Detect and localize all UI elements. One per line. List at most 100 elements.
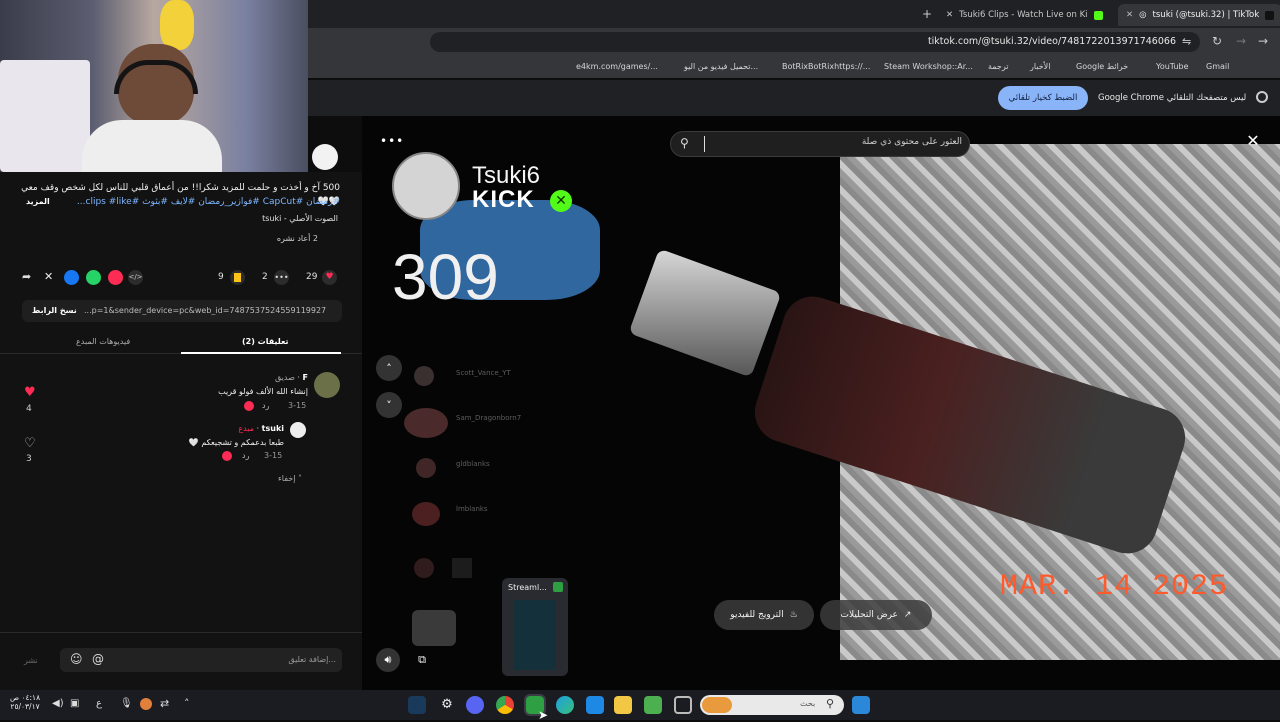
bookmark-e4km[interactable]: e4km.com/games/...: [576, 62, 658, 71]
forward-icon[interactable]: →: [1236, 34, 1246, 48]
bookmark-news[interactable]: الأخبار: [1030, 62, 1050, 71]
sync-icon[interactable]: ⇄: [160, 697, 169, 710]
avatar[interactable]: [314, 372, 340, 398]
back-icon[interactable]: →: [1258, 34, 1268, 48]
post-comment-button[interactable]: نشر: [24, 656, 38, 665]
promote-video-button[interactable]: الترويج للفيديو ♨: [714, 600, 814, 630]
streamlabs-icon: [553, 582, 563, 592]
comment-like-icon[interactable]: ♡: [24, 436, 36, 451]
author-avatar[interactable]: [312, 144, 338, 170]
share-arrow-icon[interactable]: ➦: [22, 270, 36, 284]
copy-link-button[interactable]: نسخ الرابط: [32, 306, 77, 315]
reply-link[interactable]: رد: [242, 451, 249, 460]
volume-icon[interactable]: 🔊︎: [376, 648, 400, 672]
chat-avatar: [414, 366, 434, 386]
file-explorer-icon[interactable]: [614, 696, 632, 714]
taskbar-clock[interactable]: ٠٤:١٨ ص ٢٥/٠٣/١٧: [10, 693, 40, 711]
chat-avatar: [412, 502, 440, 526]
kick-logo-icon: ✕: [550, 190, 572, 212]
close-tab-icon[interactable]: ✕: [1126, 10, 1133, 20]
reply-link[interactable]: رد: [262, 401, 269, 410]
speaker-icon[interactable]: ◀): [52, 698, 64, 709]
taskbar-search-placeholder: بحث: [800, 699, 816, 708]
speaker-tab-icon: ◎: [1139, 10, 1147, 20]
creator-liked-badge: [222, 451, 232, 461]
steam-icon[interactable]: [408, 696, 426, 714]
mention-icon[interactable]: @: [92, 652, 104, 666]
chrome-taskbar-icon[interactable]: [496, 696, 514, 714]
close-video-icon[interactable]: ✕: [1244, 132, 1262, 150]
set-default-button[interactable]: الضبط كخيار تلقائي: [998, 86, 1088, 110]
facebook-share-icon[interactable]: [64, 270, 79, 285]
chat-emote: [452, 558, 472, 578]
reload-icon[interactable]: ↻: [1212, 34, 1222, 48]
kick-favicon-icon: [1093, 10, 1103, 20]
saves-count: 9: [218, 272, 224, 282]
tab-comments[interactable]: تعليقات (2): [242, 337, 289, 346]
bookmark-translate[interactable]: ترجمة: [988, 62, 1009, 71]
bookmark-youtube[interactable]: YouTube: [1156, 62, 1189, 71]
previous-video-icon[interactable]: ˄: [376, 355, 402, 381]
discord-icon[interactable]: [466, 696, 484, 714]
emoji-icon[interactable]: ☺: [70, 652, 83, 666]
bookmark-gmail[interactable]: Gmail: [1206, 62, 1229, 71]
analytics-icon: ↗: [903, 610, 912, 620]
x-share-icon[interactable]: ✕: [44, 270, 53, 283]
taskbar: [0, 690, 1280, 720]
input-divider: [0, 632, 362, 633]
settings-gear-icon[interactable]: ⚙: [438, 696, 456, 714]
tab-tiktok[interactable]: ✕ ◎ tsuki (@tsuki.32) | TikTok: [1118, 4, 1280, 26]
close-tab-icon[interactable]: ✕: [946, 10, 953, 20]
comment-author[interactable]: F · صديق: [200, 373, 308, 382]
more-options-icon[interactable]: •••: [380, 134, 404, 148]
tab-creator-videos[interactable]: فيديوهات المبدع: [76, 337, 130, 346]
language-indicator[interactable]: ع: [96, 698, 102, 709]
site-settings-icon[interactable]: ⇋: [1182, 35, 1191, 48]
caption-more-link[interactable]: المزيد: [26, 197, 50, 206]
infobar-message: Google Chrome ليس متصفحك التلقائي: [1098, 93, 1247, 103]
microphone-icon[interactable]: 🎙︎: [120, 698, 133, 709]
tab-kick-clips[interactable]: ✕ Tsuki6 Clips - Watch Live on Ki: [946, 4, 1103, 26]
comment-like-icon[interactable]: ♥: [24, 385, 36, 400]
reposts-label: 2 أعاد نشره: [276, 234, 318, 243]
search-icon[interactable]: ⚲: [680, 136, 689, 150]
store-app-icon[interactable]: [586, 696, 604, 714]
tray-app-icon[interactable]: [140, 698, 152, 710]
bookmark-steam-workshop[interactable]: Steam Workshop::Ar...: [884, 62, 973, 71]
bookmark-google-maps[interactable]: Google خرائط: [1076, 62, 1128, 71]
avatar[interactable]: [290, 422, 306, 438]
windows-start-icon[interactable]: [852, 696, 870, 714]
comment-icon[interactable]: •••: [274, 270, 289, 285]
flame-icon: ♨: [789, 610, 798, 620]
search-highlight-image: [702, 697, 732, 713]
original-sound[interactable]: الصوت الأصلي - tsuki: [140, 214, 338, 223]
show-hidden-icons-icon[interactable]: ˄: [184, 697, 190, 710]
comment-text: إنشاء الله الألف فولو قريب: [218, 387, 308, 396]
task-view-icon[interactable]: [674, 696, 692, 714]
url-text: tiktok.com/@tsuki.32/video/7481722013971…: [927, 36, 1176, 47]
view-analytics-button[interactable]: عرض التحليلات ↗: [820, 600, 932, 630]
likes-count: 29: [306, 272, 318, 282]
edge-icon[interactable]: [556, 696, 574, 714]
next-video-icon[interactable]: ˅: [376, 392, 402, 418]
comments-count: 2: [262, 272, 268, 282]
bookmark-botrix[interactable]: BotRixBotRixhttps://...: [782, 62, 870, 71]
chat-avatar: [416, 458, 436, 478]
hide-replies-link[interactable]: إخفاء ˄: [278, 474, 302, 483]
comment-author[interactable]: tsuki · مبدع: [180, 424, 284, 433]
green-app-icon[interactable]: [644, 696, 662, 714]
chat-username: Sam_Dragonborn7: [456, 414, 522, 422]
new-tab-icon[interactable]: +: [922, 7, 932, 21]
streamer-avatar: [392, 152, 460, 220]
bookmark-video-download[interactable]: تحميل فيديو من اليو...: [684, 62, 758, 71]
network-icon[interactable]: ▣: [70, 698, 79, 709]
pip-icon[interactable]: ⧉: [410, 648, 434, 672]
embed-icon[interactable]: </>: [128, 270, 143, 285]
caption-hashtags[interactable]: #رمضان #CapCut #فوازير_رمضان #لايف #بثوث…: [74, 195, 340, 209]
bookmark-icon[interactable]: [230, 270, 245, 285]
send-share-icon[interactable]: [108, 270, 123, 285]
window-preview-title: Streaml...: [508, 583, 547, 592]
webcam-overlay: [0, 0, 308, 172]
like-heart-icon[interactable]: ♥: [322, 270, 337, 285]
whatsapp-share-icon[interactable]: [86, 270, 101, 285]
